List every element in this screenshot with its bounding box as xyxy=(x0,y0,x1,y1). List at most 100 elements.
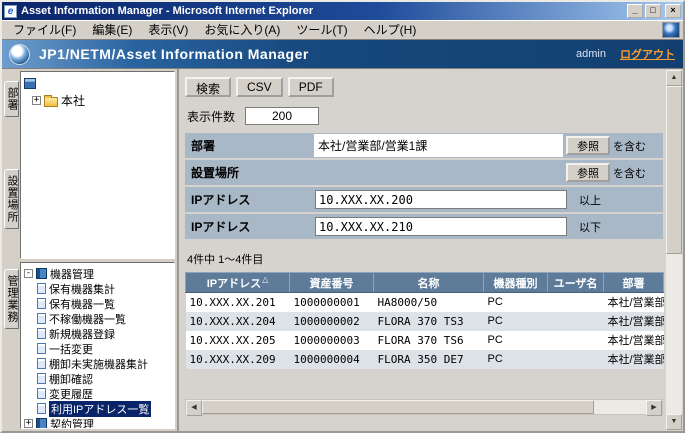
menu-bar: ファイル(F) 編集(E) 表示(V) お気に入り(A) ツール(T) ヘルプ(… xyxy=(2,20,683,40)
book-icon xyxy=(36,418,47,429)
sidebar-tab-strip: 部署 設置場所 管理業務 xyxy=(2,69,20,431)
cell-ip: 10.XXX.XX.204 xyxy=(186,312,290,331)
vertical-scrollbar[interactable]: ▲ ▼ xyxy=(666,70,682,430)
tree-item-owned-summary[interactable]: 保有機器集計 xyxy=(37,281,171,296)
form-row-location: 設置場所 参照 を含む xyxy=(185,160,663,185)
scroll-down-button[interactable]: ▼ xyxy=(666,414,682,430)
logout-link[interactable]: ログアウト xyxy=(620,46,675,62)
menu-help[interactable]: ヘルプ(H) xyxy=(356,20,425,39)
menu-tools[interactable]: ツール(T) xyxy=(288,20,355,39)
scroll-right-button[interactable]: ▶ xyxy=(646,400,662,416)
cell-ip: 10.XXX.XX.205 xyxy=(186,331,290,350)
menu-favorites[interactable]: お気に入り(A) xyxy=(196,20,288,39)
tree-item-idle-list[interactable]: 不稼働機器一覧 xyxy=(37,311,171,326)
ip-to-field-label: IPアドレス xyxy=(185,218,313,235)
jp1-logo-icon xyxy=(9,44,30,65)
menu-view[interactable]: 表示(V) xyxy=(140,20,196,39)
ip-from-field-label: IPアドレス xyxy=(185,191,313,208)
tree-root-row[interactable] xyxy=(24,75,171,92)
tree-item-head-office[interactable]: + 本社 xyxy=(32,92,171,109)
display-count-label: 表示件数 xyxy=(187,108,235,125)
document-icon xyxy=(37,283,46,294)
tree-item-change-history[interactable]: 変更履歴 xyxy=(37,386,171,401)
horizontal-scroll-thumb[interactable] xyxy=(202,400,594,414)
tree-item-used-ip-list[interactable]: 利用IPアドレス一覧 xyxy=(37,401,171,416)
menu-file[interactable]: ファイル(F) xyxy=(5,20,84,39)
column-header-department[interactable]: 部署 xyxy=(604,273,664,293)
tree-label-head-office: 本社 xyxy=(61,92,85,109)
column-header-name[interactable]: 名称 xyxy=(374,273,484,293)
tab-location[interactable]: 設置場所 xyxy=(4,169,19,229)
scroll-up-button[interactable]: ▲ xyxy=(666,70,682,86)
collapse-toggle-icon[interactable]: - xyxy=(24,269,33,278)
cell-name: FLORA 350 DE7 xyxy=(374,350,484,369)
cell-device-type: PC xyxy=(484,350,548,369)
scroll-track[interactable] xyxy=(666,254,682,414)
tree-item-new-register[interactable]: 新規機器登録 xyxy=(37,326,171,341)
column-header-user-name[interactable]: ユーザ名 xyxy=(548,273,604,293)
app-title: JP1/NETM/Asset Information Manager xyxy=(39,46,309,62)
title-bar[interactable]: e Asset Information Manager - Microsoft … xyxy=(2,2,683,20)
cell-name: FLORA 370 TS3 xyxy=(374,312,484,331)
document-icon xyxy=(37,403,46,414)
horizontal-scrollbar[interactable]: ◀ ▶ xyxy=(185,399,663,415)
scroll-left-button[interactable]: ◀ xyxy=(186,400,202,416)
column-header-asset-number[interactable]: 資産番号 xyxy=(290,273,374,293)
tree-item-inventory-check[interactable]: 棚卸確認 xyxy=(37,371,171,386)
sort-ascending-icon: △ xyxy=(262,275,268,284)
vertical-scroll-thumb[interactable] xyxy=(666,86,682,254)
column-header-ip-address[interactable]: IPアドレス△ xyxy=(186,273,290,293)
tree-item-contract-management[interactable]: + 契約管理 xyxy=(24,416,171,429)
cell-department: 本社/営業部/営 xyxy=(604,312,664,331)
cell-asset-number: 1000000002 xyxy=(290,312,374,331)
scroll-track[interactable] xyxy=(594,400,646,414)
csv-button[interactable]: CSV xyxy=(236,77,283,97)
sidebar: 部署 設置場所 管理業務 + 本社 - xyxy=(2,69,179,431)
department-tree: + 本社 xyxy=(20,71,175,259)
department-browse-button[interactable]: 参照 xyxy=(566,136,610,155)
client-area: 部署 設置場所 管理業務 + 本社 - xyxy=(2,68,683,431)
search-button[interactable]: 検索 xyxy=(185,77,231,97)
table-row[interactable]: 10.XXX.XX.201 1000000001 HA8000/50 PC 本社… xyxy=(186,293,664,312)
minimize-button[interactable]: _ xyxy=(627,4,643,18)
column-header-label: IPアドレス xyxy=(207,278,261,290)
table-row[interactable]: 10.XXX.XX.205 1000000003 FLORA 370 TS6 P… xyxy=(186,331,664,350)
department-field-label: 部署 xyxy=(185,137,313,154)
close-button[interactable]: × xyxy=(665,4,681,18)
tab-department[interactable]: 部署 xyxy=(4,81,19,117)
tree-item-device-management[interactable]: - 機器管理 xyxy=(24,266,171,281)
location-include-label: を含む xyxy=(613,165,663,181)
cell-device-type: PC xyxy=(484,293,548,312)
location-browse-button[interactable]: 参照 xyxy=(566,163,610,182)
display-count-input[interactable] xyxy=(245,107,319,125)
tree-item-owned-list[interactable]: 保有機器一覧 xyxy=(37,296,171,311)
folder-icon xyxy=(44,97,58,107)
expand-toggle-icon[interactable]: + xyxy=(32,96,41,105)
tree-item-inventory-pending-summary[interactable]: 棚卸未実施機器集計 xyxy=(37,356,171,371)
location-value-field[interactable] xyxy=(313,160,563,185)
ip-to-input[interactable] xyxy=(315,217,567,236)
cell-ip: 10.XXX.XX.201 xyxy=(186,293,290,312)
menu-edit[interactable]: 編集(E) xyxy=(84,20,140,39)
display-count-row: 表示件数 xyxy=(187,107,663,125)
document-icon xyxy=(37,388,46,399)
results-table: IPアドレス△ 資産番号 名称 機器種別 ユーザ名 部署 10.XXX.XX.2… xyxy=(185,272,664,369)
cell-ip: 10.XXX.XX.209 xyxy=(186,350,290,369)
pdf-button[interactable]: PDF xyxy=(288,77,334,97)
maximize-button[interactable]: □ xyxy=(645,4,661,18)
app-banner: JP1/NETM/Asset Information Manager admin… xyxy=(2,40,683,68)
department-value-field[interactable]: 本社/営業部/営業1課 xyxy=(314,134,563,157)
column-header-device-type[interactable]: 機器種別 xyxy=(484,273,548,293)
expand-toggle-icon[interactable]: + xyxy=(24,419,33,428)
ip-from-input[interactable] xyxy=(315,190,567,209)
tree-item-bulk-change[interactable]: 一括変更 xyxy=(37,341,171,356)
form-row-ip-to: IPアドレス 以下 xyxy=(185,214,663,239)
document-icon xyxy=(37,298,46,309)
management-work-tree: - 機器管理 保有機器集計 保有機器一覧 不稼働機器一覧 xyxy=(20,262,175,429)
tab-management-work[interactable]: 管理業務 xyxy=(4,269,19,329)
table-row[interactable]: 10.XXX.XX.204 1000000002 FLORA 370 TS3 P… xyxy=(186,312,664,331)
table-row[interactable]: 10.XXX.XX.209 1000000004 FLORA 350 DE7 P… xyxy=(186,350,664,369)
cell-name: FLORA 370 TS6 xyxy=(374,331,484,350)
document-icon xyxy=(37,328,46,339)
form-row-ip-from: IPアドレス 以上 xyxy=(185,187,663,212)
